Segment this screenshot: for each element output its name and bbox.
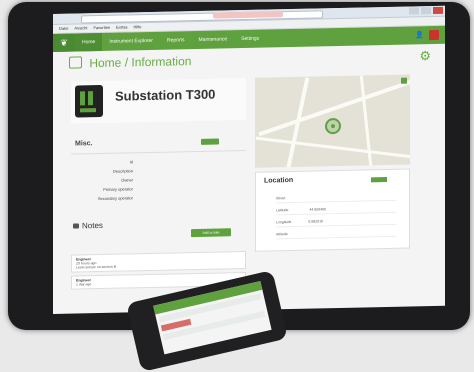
notes-section: Notes Add a note (71, 218, 246, 252)
nav-item-home[interactable]: Home (75, 32, 103, 52)
network-icon[interactable]: ⚙ (419, 48, 431, 64)
menu-item-help[interactable]: Hilfe (134, 23, 142, 31)
nav-item-reports[interactable]: Reports (160, 37, 192, 44)
location-value: 44.826400 (309, 207, 326, 212)
location-panel: Location Street Latitude 44.826400 Longi… (255, 74, 410, 252)
breadcrumb-current: Information (131, 54, 192, 70)
note-item: Engineer 20 hours ago Level sensor on se… (71, 250, 246, 273)
minimize-button[interactable] (409, 7, 419, 15)
location-label: Altitude (276, 232, 288, 237)
location-label: Latitude (276, 208, 289, 213)
menu-item-file[interactable]: Datei (59, 25, 68, 33)
nav-item-maintenance[interactable]: Maintenance (192, 36, 235, 43)
nav-item-settings[interactable]: Settings (234, 36, 266, 43)
home-icon[interactable] (69, 56, 82, 69)
leaf-icon[interactable]: ❦ (53, 33, 75, 52)
misc-section-header: Misc. (71, 135, 246, 155)
location-value: 0.582015 (308, 219, 323, 224)
device-header: Substation T300 (71, 77, 246, 124)
close-button[interactable] (433, 6, 443, 15)
browser-window: Datei Ansicht Favoriten Extras Hilfe ❦ H… (53, 5, 445, 315)
rtu-device-icon (75, 84, 103, 118)
edit-misc-button[interactable] (201, 138, 219, 145)
misc-fields: Id Description Owner Primary operator Se… (71, 155, 246, 204)
location-map[interactable] (255, 74, 410, 168)
location-row-latitude: Latitude 44.826400 (276, 203, 396, 216)
breadcrumb: Home / Information (69, 54, 191, 71)
location-label: Street (276, 196, 286, 201)
add-note-button[interactable]: Add a note (191, 228, 231, 238)
device-title: Substation T300 (115, 86, 216, 104)
notes-icon (73, 223, 79, 229)
location-title: Location (264, 176, 294, 185)
map-expand-button[interactable] (401, 77, 407, 84)
navbar-right: 👤 (415, 29, 439, 41)
location-marker-icon[interactable] (325, 117, 341, 135)
menu-item-tools[interactable]: Extras (116, 23, 127, 31)
field-label-secondary-operator: Secondary operator (97, 195, 133, 202)
location-row-street: Street (276, 191, 396, 204)
breadcrumb-separator: / (124, 55, 129, 70)
user-icon[interactable]: 👤 (415, 31, 424, 39)
menu-item-favorites[interactable]: Favoriten (93, 24, 110, 32)
location-label: Longitude (276, 220, 292, 225)
nav-item-instrument-explorer[interactable]: Instrument Explorer (102, 38, 160, 45)
menu-item-view[interactable]: Ansicht (74, 24, 87, 32)
location-card: Location Street Latitude 44.826400 Longi… (255, 168, 410, 252)
power-icon[interactable] (429, 29, 439, 41)
window-controls (409, 6, 443, 15)
maximize-button[interactable] (421, 7, 431, 15)
breadcrumb-home[interactable]: Home (89, 56, 121, 71)
notes-title-text: Notes (82, 220, 103, 231)
location-row-altitude: Altitude (276, 227, 396, 240)
edit-location-button[interactable] (371, 177, 387, 183)
device-panel: Substation T300 Misc. Id Description Own… (71, 77, 246, 290)
location-row-longitude: Longitude 0.582015 (276, 215, 396, 228)
misc-label: Misc. (75, 140, 93, 148)
notes-title: Notes (73, 221, 103, 231)
